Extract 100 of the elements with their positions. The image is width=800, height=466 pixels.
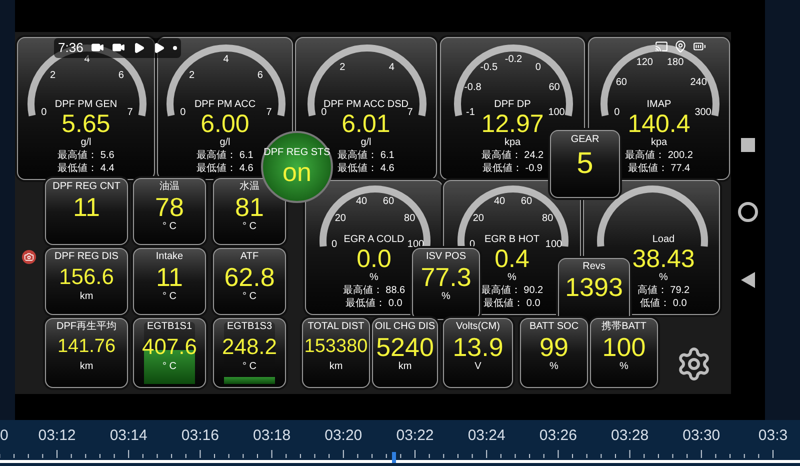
gauge-tick-label: 40: [494, 197, 506, 208]
gauge-unit: kpa: [504, 138, 521, 148]
min-reading: 低値： 0.0: [640, 299, 687, 309]
gauge-tick-label: 0: [321, 108, 327, 118]
tile-title: DPF再生平均: [56, 322, 116, 332]
gauge-tick-label: 60: [520, 197, 532, 208]
gauge-tick-label: 4: [84, 55, 90, 65]
gauge-tick-label: -0.8: [464, 82, 482, 93]
tile-title: EGTB1S3: [226, 322, 272, 332]
min-reading: 最低値： 4.6: [196, 164, 254, 174]
gauge-tick-label: 20: [334, 214, 346, 224]
time-label: 03:12: [38, 428, 76, 443]
gauge-title: EGR B HOT: [484, 235, 540, 245]
gauge-tick-label: 60: [382, 197, 394, 208]
max-reading: 最高値： 24.2: [481, 151, 544, 161]
tile-title: Revs: [582, 262, 606, 272]
tile-value: 81: [235, 192, 264, 222]
min-reading: 最低値： 77.4: [628, 164, 690, 174]
tile-unit: ° C: [242, 362, 256, 372]
time-label: 03:14: [110, 428, 148, 443]
back-button[interactable]: [741, 272, 755, 288]
tile-value: 5: [576, 146, 594, 182]
gauge-value: 12.97: [481, 110, 544, 138]
tile-title: Volts(CM): [456, 322, 500, 332]
tile-title: OIL CHG DIS: [374, 322, 436, 332]
gauge-unit: %: [508, 273, 516, 283]
video-camera-icon: [112, 41, 126, 54]
gauge-tick-label: 80: [542, 214, 554, 224]
tile-unit: %: [550, 362, 558, 372]
gauge-tick-label: 0: [331, 240, 337, 250]
tile-title: EGTB1S1: [146, 322, 192, 332]
tile-unit: ° C: [162, 292, 176, 302]
tile-value: 62.8: [224, 262, 275, 292]
video-camera-icon: [91, 41, 104, 54]
tile-unit: km: [329, 362, 343, 372]
time-label: 03:28: [611, 428, 649, 443]
settings-icon[interactable]: [676, 346, 712, 382]
tile-value: 407.6: [142, 333, 198, 361]
tile-value: 100: [602, 332, 646, 362]
tile-value: 5240: [376, 332, 434, 362]
gauge-unit: g/l: [220, 138, 230, 148]
gauge-tick-label: 120: [636, 58, 653, 68]
tile-title: DPF REG DIS: [54, 252, 118, 262]
gauge-tick-label: 0: [614, 108, 620, 118]
tile-title: DPF REG CNT: [52, 182, 120, 192]
gauge-tick-label: 300: [694, 108, 712, 118]
tile-value: 13.9: [452, 332, 504, 362]
play-icon: [153, 42, 166, 54]
tile-unit: %: [620, 362, 628, 372]
gauge-title: DPF PM ACC: [194, 100, 256, 110]
gauge-tick-label: 7: [266, 108, 272, 118]
tile-unit: km: [80, 292, 94, 302]
cast-icon: [655, 40, 668, 53]
tile-unit: %: [442, 292, 450, 302]
gauge-value: 140.4: [628, 110, 690, 138]
gauge-title: Load: [652, 235, 675, 245]
gauge-tick-label: 180: [666, 58, 684, 68]
gauge-value: 0.4: [494, 245, 530, 273]
tile-value: 77.3: [420, 262, 472, 292]
tile-title: ATF: [240, 252, 259, 262]
min-reading: 最低値： 0.0: [346, 299, 402, 309]
gauge-value: 6.01: [342, 110, 390, 138]
gauge-unit: g/l: [360, 138, 372, 148]
gauge-tick-label: 0: [41, 108, 47, 118]
tile-title: 携帯BATT: [602, 322, 646, 332]
time-label: 03:22: [396, 428, 434, 443]
time-label: 03:18: [253, 428, 291, 443]
gauge-tick-label: 100: [548, 108, 565, 118]
min-reading: 最低値： 0.0: [484, 299, 540, 309]
gauge-tick-label: 2: [189, 71, 195, 82]
gauge-tick-label: 60: [548, 82, 560, 93]
gauge-tick-label: 7: [127, 108, 133, 118]
time-label: 03:24: [468, 428, 506, 443]
tile-unit: ° C: [162, 362, 176, 372]
play-icon: [133, 42, 146, 54]
gauge-unit: %: [659, 273, 668, 283]
tile-unit: V: [474, 362, 482, 372]
gauge-value: 5.65: [62, 110, 110, 138]
tile-unit: km: [80, 362, 94, 372]
gauge-title: DPF PM GEN: [54, 100, 118, 110]
status-time: 7:36: [58, 39, 84, 57]
tile-value: 78: [155, 192, 184, 222]
gauge-value: 6.00: [200, 110, 250, 138]
time-label: 03:26: [539, 428, 577, 443]
gauge-tick-label: 4: [388, 62, 394, 73]
time-label: 03:30: [682, 428, 720, 443]
max-reading: 最高値： 88.6: [342, 286, 406, 296]
gauge-title: IMAP: [646, 100, 672, 110]
gauge-tick-label: 0: [180, 108, 186, 118]
lamp-title: DPF REG STS: [264, 148, 330, 158]
tile-title: 水温: [240, 182, 260, 192]
gauge-tick-label: 20: [472, 214, 484, 224]
gauge-tick-label: 7: [407, 108, 413, 118]
home-button[interactable]: [738, 202, 758, 222]
tile-value: 141.76: [57, 335, 116, 359]
tile-value: 248.2: [222, 333, 278, 361]
time-label: 03:16: [181, 428, 219, 443]
tile-value: 156.6: [58, 263, 114, 291]
gauge-tick-label: -0.5: [480, 62, 498, 73]
gauge-tick-label: 240: [690, 78, 707, 88]
